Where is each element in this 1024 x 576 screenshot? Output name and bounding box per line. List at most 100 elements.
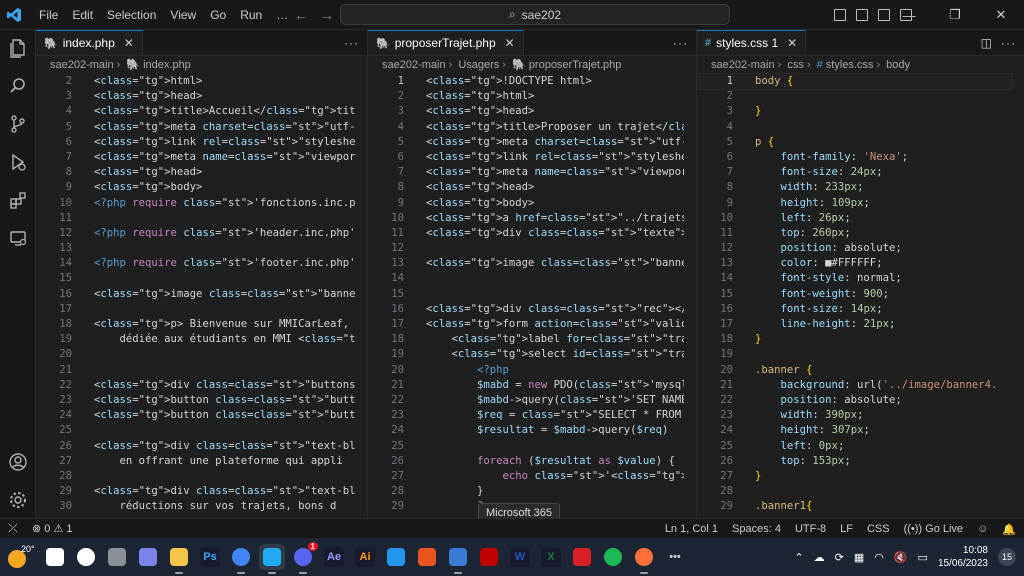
feedback-icon[interactable]: ☺ [977, 523, 988, 535]
code-line[interactable]: 11 top: 260px; [697, 226, 1012, 241]
code-line[interactable]: 16 <class="tg">div class=class="st">"rec"… [368, 302, 684, 317]
more-actions-icon[interactable]: ··· [673, 30, 688, 56]
extensions-icon[interactable] [0, 182, 36, 218]
firefox-icon[interactable] [631, 544, 657, 574]
excel-icon[interactable]: X [538, 544, 564, 570]
split-editor-icon[interactable]: ◫ [981, 30, 992, 56]
code-line[interactable]: 12 position: absolute; [697, 241, 1012, 256]
code-line[interactable]: 20 <?php [368, 363, 684, 378]
code-line[interactable]: 10 <class="tg">a href=class="st">"../traj… [368, 211, 684, 226]
code-line[interactable]: 26 <class="tg">div class=class="st">"text… [36, 439, 355, 454]
code-line[interactable]: 28 [36, 469, 355, 484]
code-line[interactable]: 7 <class="tg">meta name=class="st">"viewp… [368, 165, 684, 180]
search-icon[interactable] [73, 544, 99, 570]
code-line[interactable]: 14 <?php require class="st">'footer.inc.p… [36, 256, 355, 271]
code-editor[interactable]: 1 <class="tg">!DOCTYPE html> 2 <class="tg">… [368, 74, 684, 518]
remote-explorer-icon[interactable] [0, 220, 36, 256]
code-line[interactable]: 3 <class="tg">head> [36, 89, 355, 104]
code-line[interactable]: 17 line-height: 21px; [697, 317, 1012, 332]
code-line[interactable]: 20 [36, 347, 355, 362]
notifications-bell-icon[interactable]: 🔔 [1002, 523, 1016, 536]
code-line[interactable]: 11 <class="tg">div class=class="st">"text… [368, 226, 684, 241]
windows-start-icon[interactable] [42, 544, 68, 570]
code-line[interactable]: 21 $mabd = new PDO(class="st">'mysql:hos… [368, 378, 684, 393]
code-line[interactable]: 25 left: 0px; [697, 439, 1012, 454]
spotify-icon[interactable] [600, 544, 626, 570]
creative-cloud-icon[interactable] [569, 544, 595, 570]
minimize-icon[interactable]: — [886, 0, 932, 30]
code-line[interactable]: 24 $resultat = $mabd->query($req) [368, 423, 684, 438]
breadcrumb-item[interactable]: styles.css [826, 59, 874, 71]
indentation[interactable]: Spaces: 4 [732, 523, 781, 535]
restore-icon[interactable]: ❐ [932, 0, 978, 30]
vscode-icon[interactable] [259, 544, 285, 574]
code-line[interactable]: 6 <class="tg">link rel=class="st">"styles… [368, 150, 684, 165]
code-line[interactable]: 19 <class="tg">select id=class="st">"tra… [368, 347, 684, 362]
code-line[interactable]: 28 [697, 484, 1012, 499]
code-line[interactable]: 8 <class="tg">head> [36, 165, 355, 180]
code-line[interactable]: 6 <class="tg">link rel=class="st">"styles… [36, 135, 355, 150]
more-actions-icon[interactable]: ··· [344, 30, 359, 56]
code-line[interactable]: 19 dédiée aux étudiants en MMI <class="t… [36, 332, 355, 347]
code-line[interactable]: 19 [697, 347, 1012, 362]
code-line[interactable]: 25 [368, 439, 684, 454]
files-icon[interactable] [0, 30, 36, 66]
code-line[interactable]: 2 [697, 89, 1012, 104]
clock[interactable]: 10:08 15/06/2023 [938, 544, 988, 570]
code-line[interactable]: 9 <class="tg">body> [36, 180, 355, 195]
code-line[interactable]: 15 [36, 271, 355, 286]
breadcrumb-item[interactable]: index.php [143, 59, 191, 71]
filezilla-icon[interactable] [476, 544, 502, 570]
tab-proposertrajet-php[interactable]: 🐘 proposerTrajet.php ✕ [368, 30, 524, 55]
wifi-icon[interactable]: ◠ [874, 551, 884, 564]
volume-icon[interactable]: 🔇 [894, 551, 908, 564]
discord-icon[interactable]: 1 [290, 542, 318, 574]
after-effects-icon[interactable]: Ae [321, 544, 347, 570]
code-editor[interactable]: 1 body {2 3} 4 5 p {6 font-family: 'Nexa'; 7 f… [697, 72, 1013, 518]
onedrive-icon[interactable]: ☁ [814, 551, 825, 564]
code-line[interactable]: 4 [697, 120, 1012, 135]
code-line[interactable]: 18 <class="tg">p> Bienvenue sur MMICarLea… [36, 317, 355, 332]
code-line[interactable]: 15 font-weight: 900; [697, 287, 1012, 302]
code-line[interactable]: 18} [697, 332, 1012, 347]
microsoft365-icon[interactable] [445, 544, 471, 574]
code-line[interactable]: 23 <class="tg">button class=class="st">"b… [36, 393, 355, 408]
code-line[interactable]: 22 $mabd->query(class="st">'SET NAMES ut… [368, 393, 684, 408]
code-line[interactable]: 9 <class="tg">body> [368, 196, 684, 211]
code-line[interactable]: 21 [36, 363, 355, 378]
breadcrumb-item[interactable]: sae202-main [50, 59, 114, 71]
code-line[interactable]: 6 font-family: 'Nexa'; [697, 150, 1012, 165]
code-line[interactable]: 27 en offrant une plateforme qui appli [36, 454, 355, 469]
more-icon[interactable]: ••• [662, 544, 688, 570]
end-of-line[interactable]: LF [840, 523, 853, 535]
run-debug-icon[interactable] [0, 144, 36, 180]
code-line[interactable]: 13 color: ■#FFFFFF; [697, 256, 1012, 271]
toggle-panel-icon[interactable] [856, 9, 868, 21]
code-line[interactable]: 25 [36, 423, 355, 438]
code-line[interactable]: 18 <class="tg">label for=class="st">"tra… [368, 332, 684, 347]
code-line[interactable]: 28 } [368, 484, 684, 499]
code-line[interactable]: 16 font-size: 14px; [697, 302, 1012, 317]
settings-icon[interactable] [0, 482, 36, 518]
code-line[interactable]: 1 <class="tg">!DOCTYPE html> [368, 74, 684, 89]
docker-icon[interactable] [383, 544, 409, 570]
code-line[interactable]: 7 <class="tg">meta name=class="st">"viewp… [36, 150, 355, 165]
code-line[interactable]: 5 <class="tg">meta charset=class="st">"ut… [36, 120, 355, 135]
go-live-button[interactable]: ((•)) Go Live [904, 523, 963, 535]
code-line[interactable]: 3} [697, 104, 1012, 119]
code-line[interactable]: 1 body { [697, 72, 1013, 91]
code-line[interactable]: 29 .banner1{ [697, 499, 1012, 514]
close-icon[interactable]: ✕ [787, 36, 797, 50]
encoding[interactable]: UTF-8 [795, 523, 826, 535]
notification-count[interactable]: 15 [998, 548, 1016, 566]
code-line[interactable]: 3 <class="tg">head> [368, 104, 684, 119]
code-line[interactable]: 26 foreach ($resultat as $value) { [368, 454, 684, 469]
code-line[interactable]: 17 [36, 302, 355, 317]
forward-arrow-icon[interactable]: → [320, 7, 334, 23]
more-actions-icon[interactable]: ··· [1001, 30, 1016, 56]
code-line[interactable]: 13 <class="tg">image class=class="st">"ba… [368, 256, 684, 271]
search-icon[interactable] [0, 68, 36, 104]
code-line[interactable]: 14 font-style: normal; [697, 271, 1012, 286]
menu-go[interactable]: Go [203, 0, 233, 30]
code-line[interactable]: 13 [36, 241, 355, 256]
